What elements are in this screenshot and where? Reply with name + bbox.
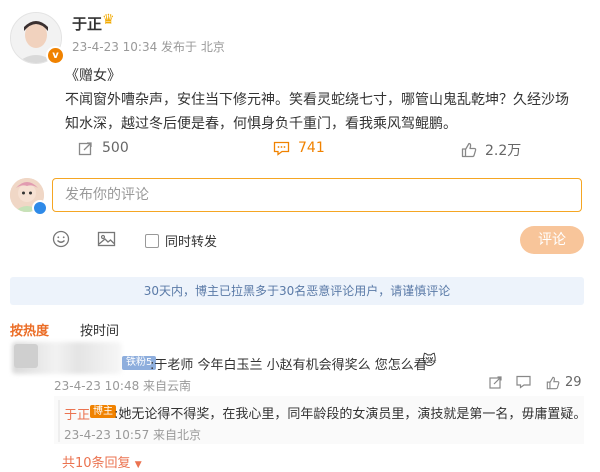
comment-text: :于老师 今年白玉兰 小赵有机会得奖么 您怎么看: [150, 358, 427, 373]
comment-meta: 23-4-23 10:48 来自云南: [54, 379, 192, 393]
comment-emoji: 😿: [422, 353, 437, 369]
post-meta: 23-4-23 10:34 发布于 北京: [72, 40, 225, 54]
sort-by-hot-tab[interactable]: 按热度: [10, 320, 49, 339]
emoji-icon: [52, 230, 70, 248]
repost-checkbox-label: 同时转发: [165, 235, 218, 250]
repost-count: 500: [102, 140, 129, 156]
post-line-1: 不闻窗外嘈杂声，安住当下修元神。笑看灵蛇绕七寸，哪管山鬼乱乾坤？久经沙场: [65, 92, 569, 108]
reply-meta: 23-4-23 10:57 来自北京: [64, 428, 202, 442]
repost-icon: [78, 142, 92, 156]
reply-text: :她无论得不得奖，在我心里，同年龄段的女演员里，演技就是第一名，毋庸置疑。: [114, 407, 587, 422]
submit-comment-button[interactable]: 评论: [520, 226, 584, 254]
comment-repost-button[interactable]: [489, 375, 503, 393]
verified-badge-icon: v: [46, 46, 65, 65]
post-content: 《赠女》 不闻窗外嘈杂声，安住当下修元神。笑看灵蛇绕七寸，哪管山鬼乱乾坤？久经沙…: [65, 64, 580, 136]
like-count: 2.2万: [485, 143, 522, 159]
comment-count-button[interactable]: 741: [273, 140, 325, 156]
comment-input[interactable]: 发布你的评论: [52, 178, 582, 212]
thumbs-up-icon: [461, 142, 477, 158]
more-replies-label: 共10条回复: [62, 456, 131, 471]
post-title: 《赠女》: [65, 68, 121, 84]
comment-count: 741: [298, 140, 325, 156]
crown-icon: ♛: [102, 12, 115, 28]
comment-like-count: 29: [565, 375, 582, 390]
checkbox-box[interactable]: [145, 233, 159, 248]
chevron-down-icon: ▼: [134, 460, 142, 470]
reply-author-name[interactable]: 于正: [64, 404, 90, 423]
share-icon: [489, 376, 502, 389]
user-verified-icon: [32, 200, 48, 216]
post-line-2: 知水深，越过冬后便是春，何惧身负千重门，看我乘风驾鲲鹏。: [65, 116, 457, 132]
image-button[interactable]: [97, 230, 116, 252]
blurred-commenter-image: [14, 344, 38, 368]
thumbs-up-icon: [546, 376, 560, 389]
blacklist-notice: 30天内，博主已拉黑多于30名恶意评论用户，请谨慎评论: [10, 277, 584, 305]
like-button[interactable]: 2.2万: [461, 140, 521, 160]
comment-reply-button[interactable]: [516, 375, 531, 393]
author-name[interactable]: 于正: [72, 13, 102, 34]
sort-by-time-tab[interactable]: 按时间: [80, 320, 119, 339]
repost-button[interactable]: 500: [78, 140, 129, 156]
comment-like-button[interactable]: 29: [546, 375, 582, 390]
reply-divider: [58, 400, 60, 442]
more-replies-link[interactable]: 共10条回复 ▼: [62, 452, 142, 471]
image-icon: [97, 231, 116, 247]
author-badge: 博主: [90, 405, 116, 418]
repost-checkbox[interactable]: 同时转发: [145, 231, 217, 250]
reply-icon: [516, 375, 531, 389]
emoji-button[interactable]: [52, 230, 70, 252]
comment-icon: [273, 141, 290, 156]
